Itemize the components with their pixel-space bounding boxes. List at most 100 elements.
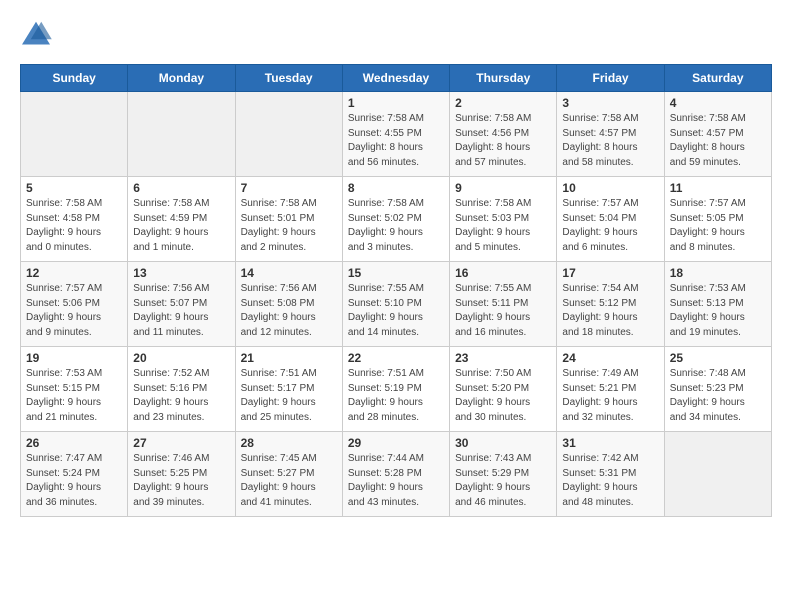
calendar-day-cell (21, 92, 128, 177)
calendar-day-cell: 14Sunrise: 7:56 AM Sunset: 5:08 PM Dayli… (235, 262, 342, 347)
day-content: Sunrise: 7:45 AM Sunset: 5:27 PM Dayligh… (241, 452, 337, 510)
day-number: 9 (455, 181, 551, 195)
day-number: 23 (455, 351, 551, 365)
day-content: Sunrise: 7:51 AM Sunset: 5:19 PM Dayligh… (348, 367, 444, 425)
day-content: Sunrise: 7:58 AM Sunset: 4:57 PM Dayligh… (670, 112, 766, 170)
day-content: Sunrise: 7:42 AM Sunset: 5:31 PM Dayligh… (562, 452, 658, 510)
calendar-day-cell: 31 Sunrise: 7:42 AM Sunset: 5:31 PM Dayli… (557, 432, 664, 517)
day-content: Sunrise: 7:44 AM Sunset: 5:28 PM Dayligh… (348, 452, 444, 510)
calendar-day-cell: 1 Sunrise: 7:58 AM Sunset: 4:55 PM Daylig… (342, 92, 449, 177)
calendar-day-cell (235, 92, 342, 177)
day-number: 5 (26, 181, 122, 195)
day-number: 28 (241, 436, 337, 450)
calendar-day-cell: 30 Sunrise: 7:43 AM Sunset: 5:29 PM Dayli… (450, 432, 557, 517)
day-number: 21 (241, 351, 337, 365)
calendar-week-row: 12Sunrise: 7:57 AM Sunset: 5:06 PM Dayli… (21, 262, 772, 347)
day-content: Sunrise: 7:57 AM Sunset: 5:06 PM Dayligh… (26, 282, 122, 340)
day-number: 18 (670, 266, 766, 280)
calendar-day-cell: 4 Sunrise: 7:58 AM Sunset: 4:57 PM Daylig… (664, 92, 771, 177)
day-number: 27 (133, 436, 229, 450)
day-content: Sunrise: 7:58 AM Sunset: 4:57 PM Dayligh… (562, 112, 658, 170)
calendar-day-cell: 17Sunrise: 7:54 AM Sunset: 5:12 PM Dayli… (557, 262, 664, 347)
day-content: Sunrise: 7:58 AM Sunset: 5:03 PM Dayligh… (455, 197, 551, 255)
day-content: Sunrise: 7:43 AM Sunset: 5:29 PM Dayligh… (455, 452, 551, 510)
calendar-day-cell: 18 Sunrise: 7:53 AM Sunset: 5:13 PM Dayli… (664, 262, 771, 347)
day-number: 1 (348, 96, 444, 110)
day-content: Sunrise: 7:46 AM Sunset: 5:25 PM Dayligh… (133, 452, 229, 510)
day-number: 4 (670, 96, 766, 110)
day-content: Sunrise: 7:55 AM Sunset: 5:11 PM Dayligh… (455, 282, 551, 340)
calendar-day-cell: 16 Sunrise: 7:55 AM Sunset: 5:11 PM Dayli… (450, 262, 557, 347)
day-content: Sunrise: 7:53 AM Sunset: 5:15 PM Dayligh… (26, 367, 122, 425)
day-content: Sunrise: 7:58 AM Sunset: 4:55 PM Dayligh… (348, 112, 444, 170)
logo-icon (20, 20, 52, 48)
weekday-header: Thursday (450, 65, 557, 92)
calendar-day-cell: 13 Sunrise: 7:56 AM Sunset: 5:07 PM Dayli… (128, 262, 235, 347)
calendar-day-cell: 19Sunrise: 7:53 AM Sunset: 5:15 PM Dayli… (21, 347, 128, 432)
day-number: 25 (670, 351, 766, 365)
calendar-day-cell: 25Sunrise: 7:48 AM Sunset: 5:23 PM Dayli… (664, 347, 771, 432)
day-content: Sunrise: 7:58 AM Sunset: 5:02 PM Dayligh… (348, 197, 444, 255)
calendar-day-cell: 22 Sunrise: 7:51 AM Sunset: 5:19 PM Dayli… (342, 347, 449, 432)
calendar-day-cell: 28 Sunrise: 7:45 AM Sunset: 5:27 PM Dayli… (235, 432, 342, 517)
day-number: 7 (241, 181, 337, 195)
day-number: 15 (348, 266, 444, 280)
calendar-day-cell: 7 Sunrise: 7:58 AM Sunset: 5:01 PM Daylig… (235, 177, 342, 262)
calendar-day-cell: 5 Sunrise: 7:58 AM Sunset: 4:58 PM Daylig… (21, 177, 128, 262)
day-number: 11 (670, 181, 766, 195)
page-header (20, 20, 772, 48)
day-content: Sunrise: 7:57 AM Sunset: 5:04 PM Dayligh… (562, 197, 658, 255)
day-content: Sunrise: 7:56 AM Sunset: 5:07 PM Dayligh… (133, 282, 229, 340)
calendar-day-cell: 21 Sunrise: 7:51 AM Sunset: 5:17 PM Dayli… (235, 347, 342, 432)
calendar-day-cell: 27 Sunrise: 7:46 AM Sunset: 5:25 PM Dayli… (128, 432, 235, 517)
day-number: 30 (455, 436, 551, 450)
day-number: 24 (562, 351, 658, 365)
day-content: Sunrise: 7:58 AM Sunset: 4:58 PM Dayligh… (26, 197, 122, 255)
calendar-day-cell: 23Sunrise: 7:50 AM Sunset: 5:20 PM Dayli… (450, 347, 557, 432)
day-number: 3 (562, 96, 658, 110)
day-content: Sunrise: 7:47 AM Sunset: 5:24 PM Dayligh… (26, 452, 122, 510)
weekday-header: Saturday (664, 65, 771, 92)
calendar-day-cell: 8 Sunrise: 7:58 AM Sunset: 5:02 PM Daylig… (342, 177, 449, 262)
day-number: 8 (348, 181, 444, 195)
calendar-day-cell: 9 Sunrise: 7:58 AM Sunset: 5:03 PM Daylig… (450, 177, 557, 262)
day-content: Sunrise: 7:58 AM Sunset: 4:59 PM Dayligh… (133, 197, 229, 255)
weekday-header: Wednesday (342, 65, 449, 92)
day-number: 22 (348, 351, 444, 365)
day-number: 31 (562, 436, 658, 450)
calendar-week-row: 19Sunrise: 7:53 AM Sunset: 5:15 PM Dayli… (21, 347, 772, 432)
weekday-header: Friday (557, 65, 664, 92)
weekday-header: Sunday (21, 65, 128, 92)
day-number: 20 (133, 351, 229, 365)
calendar-day-cell (128, 92, 235, 177)
logo (20, 20, 56, 48)
day-content: Sunrise: 7:52 AM Sunset: 5:16 PM Dayligh… (133, 367, 229, 425)
calendar-week-row: 1 Sunrise: 7:58 AM Sunset: 4:55 PM Daylig… (21, 92, 772, 177)
calendar-day-cell: 15 Sunrise: 7:55 AM Sunset: 5:10 PM Dayli… (342, 262, 449, 347)
weekday-header: Monday (128, 65, 235, 92)
calendar-day-cell: 29Sunrise: 7:44 AM Sunset: 5:28 PM Dayli… (342, 432, 449, 517)
calendar-week-row: 26 Sunrise: 7:47 AM Sunset: 5:24 PM Dayli… (21, 432, 772, 517)
day-content: Sunrise: 7:55 AM Sunset: 5:10 PM Dayligh… (348, 282, 444, 340)
day-number: 13 (133, 266, 229, 280)
day-number: 14 (241, 266, 337, 280)
calendar-day-cell: 10Sunrise: 7:57 AM Sunset: 5:04 PM Dayli… (557, 177, 664, 262)
day-number: 16 (455, 266, 551, 280)
day-number: 17 (562, 266, 658, 280)
day-number: 26 (26, 436, 122, 450)
day-content: Sunrise: 7:58 AM Sunset: 4:56 PM Dayligh… (455, 112, 551, 170)
day-content: Sunrise: 7:51 AM Sunset: 5:17 PM Dayligh… (241, 367, 337, 425)
calendar-day-cell (664, 432, 771, 517)
calendar-week-row: 5 Sunrise: 7:58 AM Sunset: 4:58 PM Daylig… (21, 177, 772, 262)
day-number: 2 (455, 96, 551, 110)
day-content: Sunrise: 7:58 AM Sunset: 5:01 PM Dayligh… (241, 197, 337, 255)
day-number: 6 (133, 181, 229, 195)
day-content: Sunrise: 7:53 AM Sunset: 5:13 PM Dayligh… (670, 282, 766, 340)
calendar-day-cell: 24 Sunrise: 7:49 AM Sunset: 5:21 PM Dayli… (557, 347, 664, 432)
calendar-day-cell: 3 Sunrise: 7:58 AM Sunset: 4:57 PM Daylig… (557, 92, 664, 177)
calendar-day-cell: 12Sunrise: 7:57 AM Sunset: 5:06 PM Dayli… (21, 262, 128, 347)
day-content: Sunrise: 7:49 AM Sunset: 5:21 PM Dayligh… (562, 367, 658, 425)
calendar-day-cell: 11 Sunrise: 7:57 AM Sunset: 5:05 PM Dayli… (664, 177, 771, 262)
calendar-day-cell: 26 Sunrise: 7:47 AM Sunset: 5:24 PM Dayli… (21, 432, 128, 517)
day-content: Sunrise: 7:57 AM Sunset: 5:05 PM Dayligh… (670, 197, 766, 255)
